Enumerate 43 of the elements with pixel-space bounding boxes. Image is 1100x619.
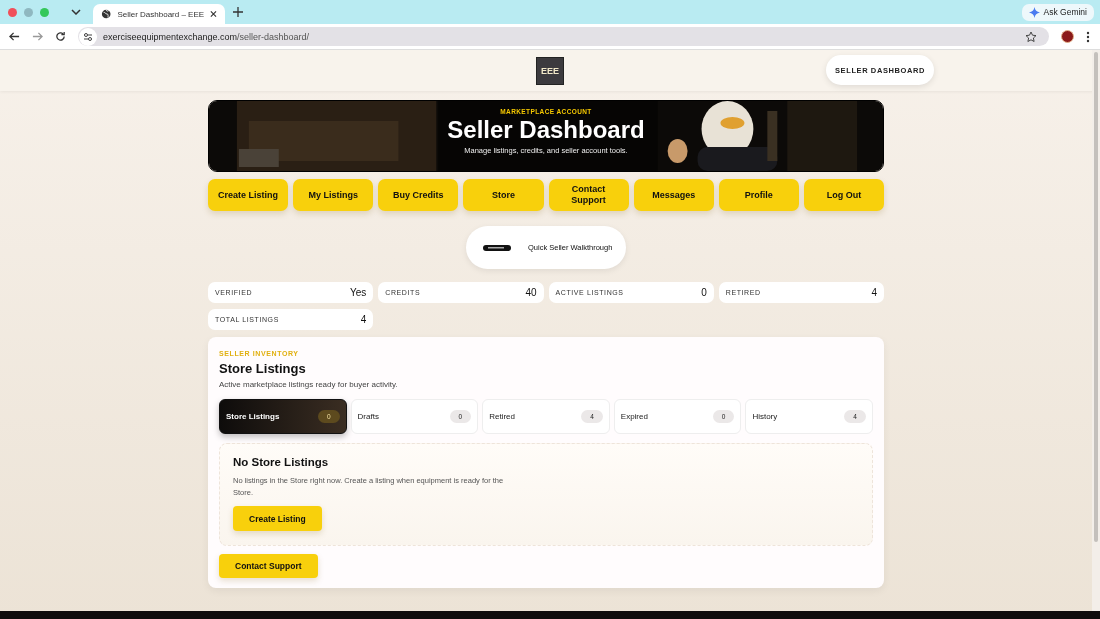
nav-button[interactable]: Buy Credits	[378, 179, 459, 211]
address-bar[interactable]: exerciseequipmentexchange.com/seller-dashboard/	[78, 27, 1049, 46]
forward-icon[interactable]	[32, 31, 43, 42]
stat-value: 4	[871, 287, 877, 298]
sparkle-icon	[1028, 6, 1040, 18]
scrollbar-thumb[interactable]	[1094, 52, 1098, 542]
stat-value: 4	[360, 314, 367, 325]
nav-button[interactable]: My Listings	[293, 179, 374, 211]
tab-label: Retired	[489, 412, 515, 421]
nav-button[interactable]: Profile	[718, 179, 799, 211]
tab-label: History	[752, 412, 778, 421]
stat-value: Yes	[349, 287, 367, 298]
close-icon[interactable]	[210, 10, 217, 18]
tab-label: Expired	[620, 412, 648, 421]
profile-avatar[interactable]	[1061, 30, 1074, 43]
ask-gemini-button[interactable]: Ask Gemini	[1021, 3, 1094, 21]
create-listing-button[interactable]: Create Listing	[233, 506, 322, 531]
nav-button[interactable]: Messages	[633, 179, 714, 211]
contact-support-button[interactable]: Contact Support	[219, 554, 318, 578]
tab-label: Drafts	[357, 412, 379, 421]
back-icon[interactable]	[9, 31, 20, 42]
section-subtitle: Active marketplace listings ready for buyer activity.	[219, 380, 398, 389]
stat-value: 0	[701, 287, 707, 298]
star-icon[interactable]	[1025, 30, 1037, 43]
globe-icon	[101, 8, 112, 20]
empty-state-title: No Store Listings	[233, 456, 330, 468]
reload-icon[interactable]	[55, 31, 66, 42]
new-tab-icon[interactable]	[233, 7, 243, 17]
nav-button[interactable]: Store	[463, 179, 544, 211]
browser-tab[interactable]: Seller Dashboard – EEE	[93, 4, 225, 24]
nav-button[interactable]: Create Listing	[208, 179, 289, 211]
hero-title: Seller Dashboard	[447, 116, 645, 144]
video-thumbnail-icon	[483, 244, 511, 251]
nav-button[interactable]: Contact Support	[548, 179, 629, 211]
nav-button[interactable]: Log Out	[803, 179, 884, 211]
menu-icon[interactable]	[1086, 30, 1090, 43]
close-window-icon[interactable]	[8, 7, 17, 17]
chevron-down-icon[interactable]	[71, 9, 81, 15]
tab-label: Store Listings	[226, 412, 280, 421]
site-logo[interactable]: EEE	[536, 56, 564, 85]
site-settings-icon[interactable]	[79, 27, 97, 46]
stat-value: 40	[525, 287, 537, 298]
section-title: Store Listings	[219, 361, 306, 376]
